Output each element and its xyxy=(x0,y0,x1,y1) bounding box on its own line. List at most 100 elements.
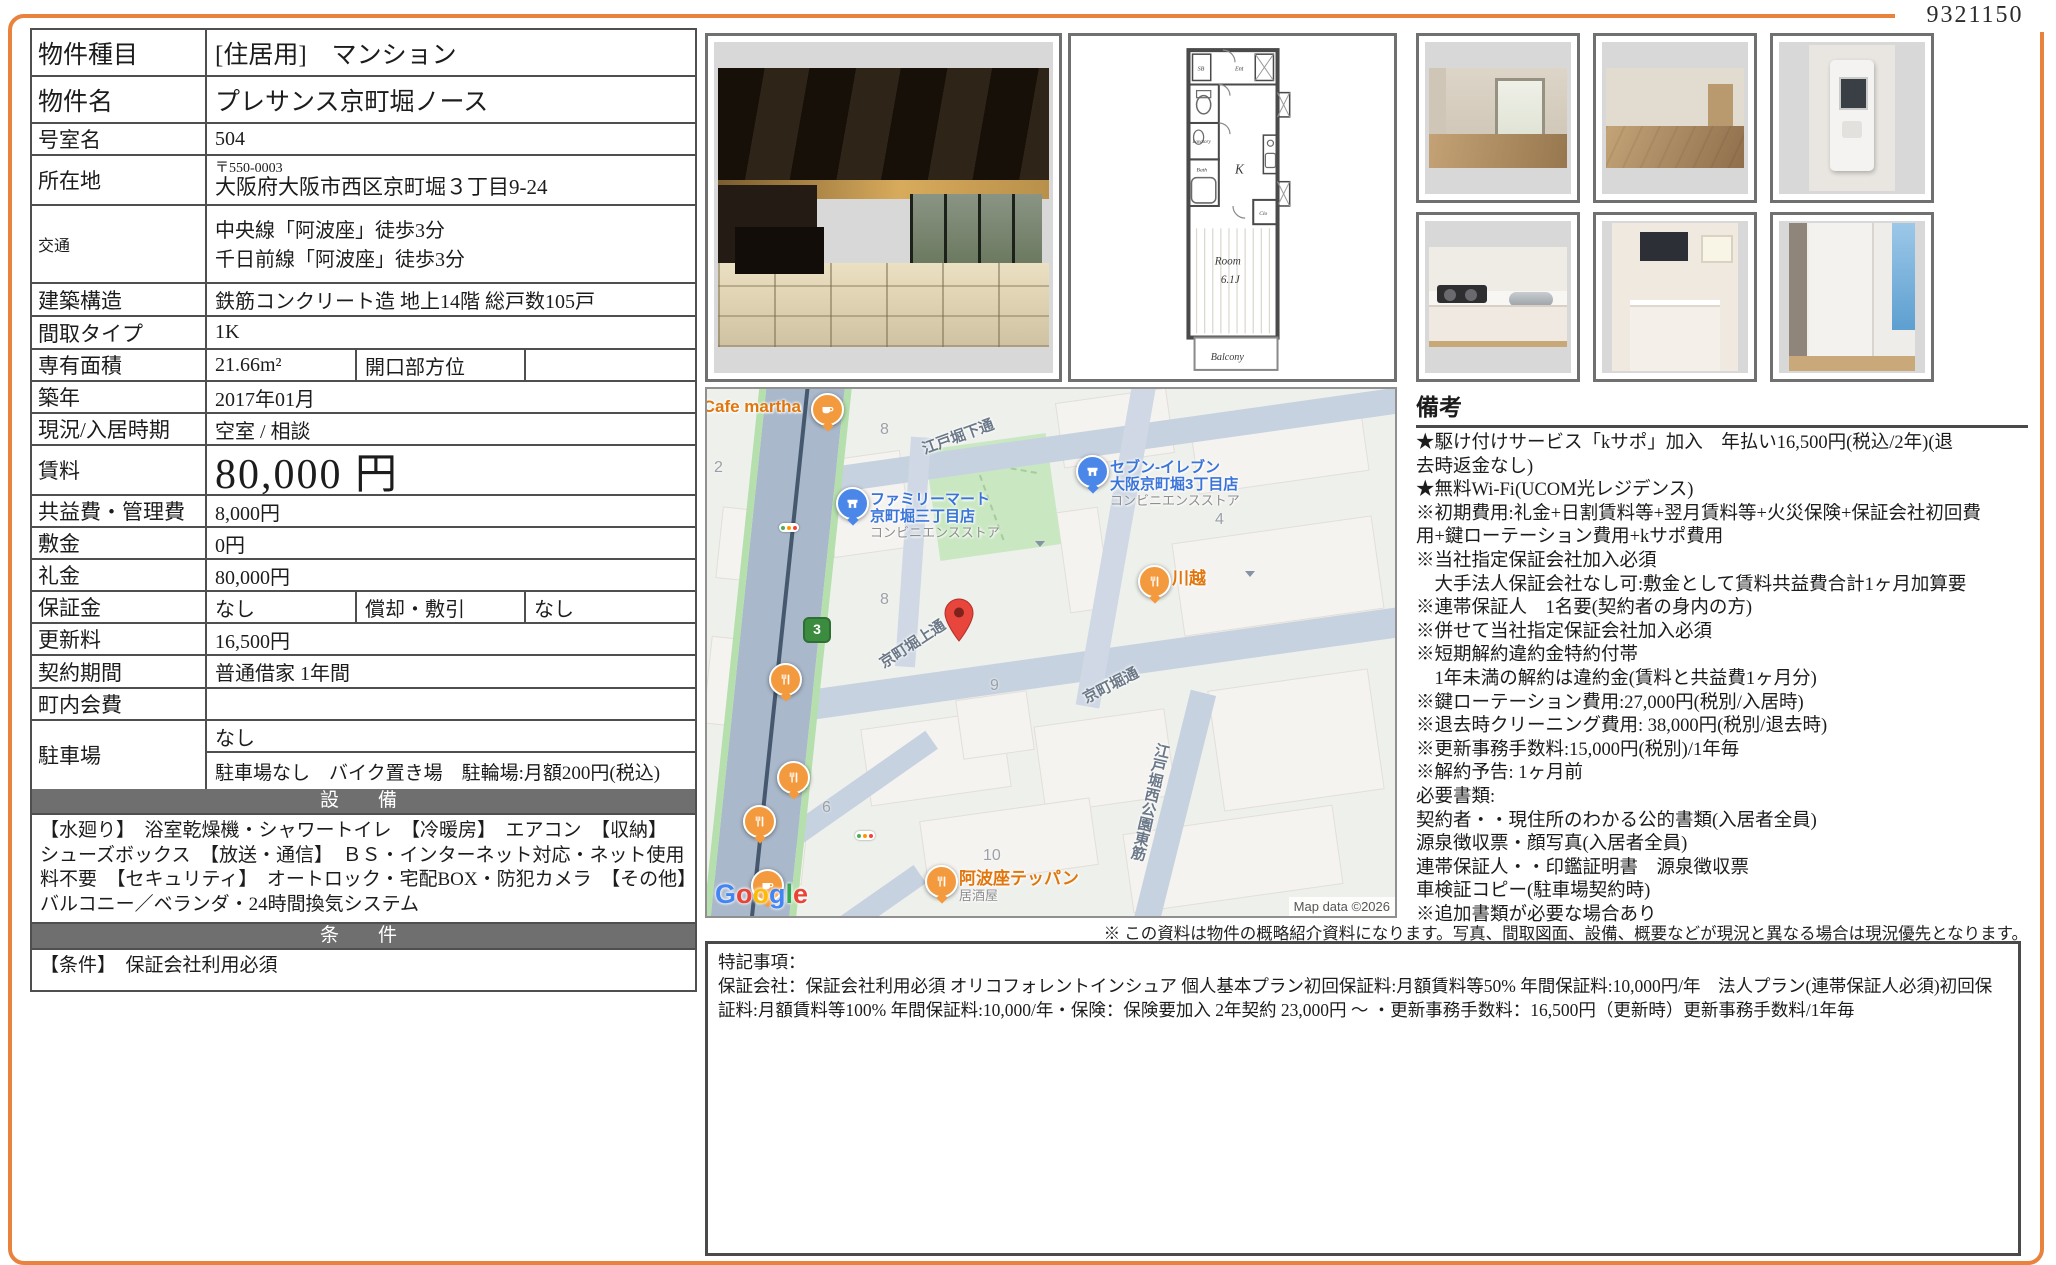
route-shield: 3 xyxy=(803,617,831,643)
row-value-rent: 80,000 円 xyxy=(207,446,695,494)
row-value-built-year: 2017年01月 xyxy=(207,382,695,412)
floorplan-label-ent: Ent xyxy=(1234,66,1244,72)
floorplan-label-room: Room xyxy=(1213,255,1240,267)
burner xyxy=(1465,289,1477,301)
lobby-counter xyxy=(735,227,824,274)
range-hood xyxy=(1640,232,1688,262)
row-floor-area: 専有面積21.66m²開口部方位 xyxy=(32,350,695,382)
conditions-header: 条 件 xyxy=(32,924,695,950)
floor-strip xyxy=(1429,341,1567,347)
traffic-light-icon xyxy=(779,523,799,532)
photo-closet-hall xyxy=(1770,212,1934,382)
remarks-line: ※更新事務手数料:15,000円(税別)/1年毎 xyxy=(1416,739,2028,763)
remarks-line: 用+鍵ローテーション費用+kサポ費用 xyxy=(1416,526,2028,550)
remarks-line: ※短期解約違約金特約付帯 xyxy=(1416,644,2028,668)
door-edge xyxy=(1789,223,1807,371)
special-notes-title: 特記事項： xyxy=(718,950,2008,974)
remarks-line: ※退去時クリーニング費用: 38,000円(税別/退去時) xyxy=(1416,715,2028,739)
poi-label: 阿波座テッパン居酒屋 xyxy=(959,869,1079,903)
remarks-line: ※解約予告: 1ヶ月前 xyxy=(1416,762,2028,786)
store-pin-icon xyxy=(836,487,869,520)
avenue-green-strip-right xyxy=(782,387,854,918)
map-building-block xyxy=(955,690,1035,759)
row-value-property-type: [住居用] マンション xyxy=(207,30,695,75)
row-value-structure: 鉄筋コンクリート造 地上14階 総戸数105戸 xyxy=(207,284,695,315)
row-value-key-money: 80,000円 xyxy=(207,560,695,590)
remarks-line: 1年未満の解約は違約金(賃料と共益費1ヶ月分) xyxy=(1416,668,2028,692)
equipment-header: 設 備 xyxy=(32,789,695,815)
map-building-block xyxy=(1207,668,1384,811)
map-block-number: 4 xyxy=(1215,511,1224,529)
property-table: 物件種目[住居用] マンション物件名プレサンス京町堀ノース号室名504所在地〒5… xyxy=(30,28,697,992)
photo-kitchen-stove xyxy=(1416,212,1580,382)
row-value-common-fee: 8,000円 xyxy=(207,496,695,526)
floorplan: SB Ent Lavatory Bath K Clo Room 6.1J Bal… xyxy=(1068,33,1397,382)
lobby-tile-floor xyxy=(718,263,1049,347)
row-property-name: 物件名プレサンス京町堀ノース xyxy=(32,77,695,124)
row-label-key-money: 礼金 xyxy=(32,560,207,590)
store-pin-icon xyxy=(1076,455,1109,488)
row-label-status-move-in: 現況/入居時期 xyxy=(32,414,207,444)
row-contract-period: 契約期間普通借家 1年間 xyxy=(32,656,695,689)
floorplan-label-k: K xyxy=(1234,161,1245,176)
poi-label: Cafe martha xyxy=(705,397,801,417)
row-rent: 賃料80,000 円 xyxy=(32,446,695,496)
lobby-photo xyxy=(718,68,1049,347)
intercom-panel xyxy=(1830,60,1875,171)
remarks-divider xyxy=(1416,425,2028,428)
row-renewal-fee: 更新料16,500円 xyxy=(32,624,695,656)
remarks-line: ※併せて当社指定保証会社加入必須 xyxy=(1416,621,2028,645)
special-notes-box: 特記事項： 保証会社：保証会社利用必須 オリコフォレントインシュア 個人基本プラ… xyxy=(705,941,2021,1256)
remarks-line: ★駆け付けサービス「kサポ」加入 年払い16,500円(税込/2年)(退 xyxy=(1416,432,2028,456)
cabinet xyxy=(1429,305,1567,341)
row-value-access: 中央線「阿波座」徒歩3分千日前線「阿波座」徒歩3分 xyxy=(207,206,695,282)
row-cell-guarantee-money-1: 償却・敷引 xyxy=(357,592,526,622)
open-door xyxy=(1708,84,1733,130)
row-address: 所在地〒550-0003大阪府大阪市西区京町堀３丁目9-24 xyxy=(32,156,695,206)
white-door xyxy=(1809,223,1874,359)
row-common-fee: 共益費・管理費8,000円 xyxy=(32,496,695,528)
row-built-year: 築年2017年01月 xyxy=(32,382,695,414)
property-location-marker xyxy=(944,598,974,647)
food-pin-icon xyxy=(777,761,810,794)
photo-frame xyxy=(714,42,1053,373)
remarks-line: ※当社指定保証会社加入必須 xyxy=(1416,550,2028,574)
row-label-access: 交通 xyxy=(32,206,207,282)
map-block-number: 2 xyxy=(714,459,723,477)
row-label-guarantee-money: 保証金 xyxy=(32,592,207,622)
row-structure: 建築構造鉄筋コンクリート造 地上14階 総戸数105戸 xyxy=(32,284,695,317)
remarks-body: ★駆け付けサービス「kサポ」加入 年払い16,500円(税込/2年)(退去時返金… xyxy=(1416,432,2028,927)
location-map: 江戸堀下通京町堀上通京町堀通江戸堀西公園東筋288469103Cafe mart… xyxy=(705,387,1397,918)
floorplan-label-room-size: 6.1J xyxy=(1220,273,1240,285)
wood-floor xyxy=(1606,126,1744,168)
window-light xyxy=(1892,223,1915,330)
floorplan-label-bath: Bath xyxy=(1196,167,1207,173)
photo-room-window xyxy=(1416,33,1580,203)
row-label-layout-type: 間取タイプ xyxy=(32,317,207,348)
remarks-section: 備考 ★駆け付けサービス「kサポ」加入 年払い16,500円(税込/2年)(退去… xyxy=(1416,388,2028,927)
row-label-address: 所在地 xyxy=(32,156,207,204)
cafe-pin-icon xyxy=(811,393,844,426)
road-arrow-icon xyxy=(1035,541,1045,547)
row-layout-type: 間取タイプ1K xyxy=(32,317,695,350)
remarks-line: ★無料Wi-Fi(UCOM光レジデンス) xyxy=(1416,479,2028,503)
document-number: 9321150 xyxy=(1895,0,2055,32)
photo-kitchen-unit xyxy=(1593,212,1757,382)
row-label-room-number: 号室名 xyxy=(32,124,207,154)
row-property-type: 物件種目[住居用] マンション xyxy=(32,30,695,77)
remarks-line: 必要書類: xyxy=(1416,786,2028,810)
special-notes-body: 保証会社：保証会社利用必須 オリコフォレントインシュア 個人基本プラン初回保証料… xyxy=(718,974,2008,1022)
row-cell-floor-area-1: 開口部方位 xyxy=(357,350,526,380)
map-block-number: 8 xyxy=(880,421,889,439)
row-value-deposit: 0円 xyxy=(207,528,695,558)
remarks-line: 去時返金なし) xyxy=(1416,456,2028,480)
small-window xyxy=(1701,235,1733,263)
remarks-line: 大手法人保証会社なし可:敷金として賃料共益費合計1ヶ月加算要 xyxy=(1416,574,2028,598)
food-pin-icon xyxy=(1138,565,1171,598)
row-label-built-year: 築年 xyxy=(32,382,207,412)
food-pin-icon xyxy=(925,865,958,898)
photo-intercom xyxy=(1770,33,1934,203)
road-arrow-icon xyxy=(1245,571,1255,577)
row-label-property-name: 物件名 xyxy=(32,77,207,122)
food-pin-icon xyxy=(769,663,802,696)
